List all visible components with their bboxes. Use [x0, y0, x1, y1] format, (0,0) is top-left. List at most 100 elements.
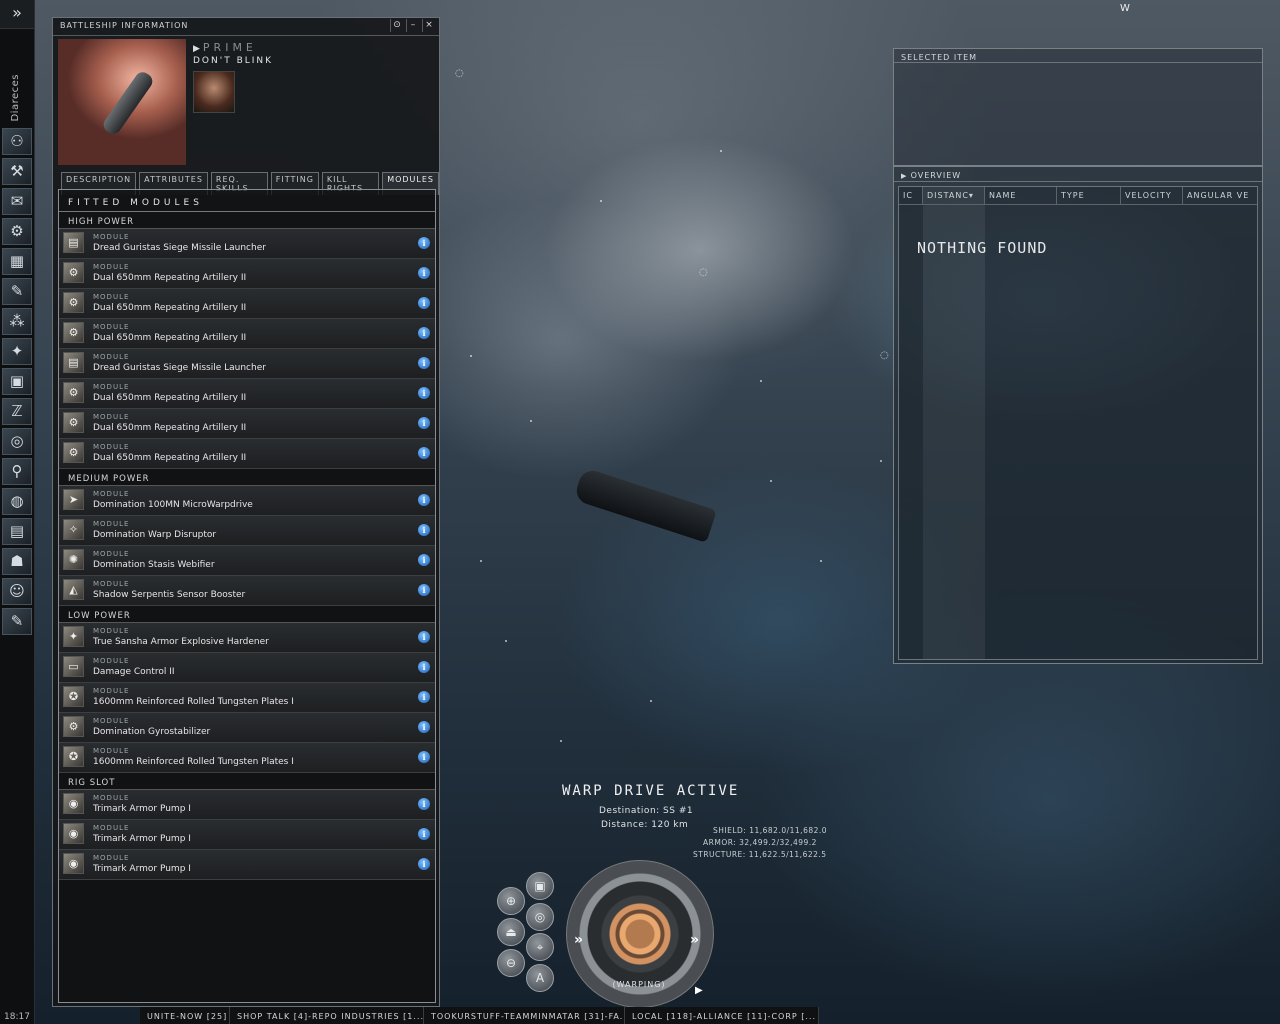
ship-icon[interactable]: ⏏ [497, 918, 525, 946]
autopilot-button[interactable]: A [526, 964, 554, 992]
column-name[interactable]: NAME [985, 187, 1057, 204]
neocom-icon[interactable]: ⚙ [2, 218, 32, 245]
chat-tab[interactable]: TOOKURSTUFF-TEAMMINMATAR [31]-FA... [424, 1007, 625, 1024]
column-angular-velocity[interactable]: ANGULAR VE [1183, 187, 1257, 204]
tactical-icon[interactable]: ◎ [526, 903, 554, 931]
ship-name[interactable]: PRIME [193, 41, 257, 54]
neocom-icon[interactable]: ⁂ [2, 308, 32, 335]
window-titlebar[interactable]: BATTLESHIP INFORMATION ⊙ – × [53, 18, 439, 36]
neocom-icon[interactable]: ✉ [2, 188, 32, 215]
play-icon[interactable]: ▶ [695, 985, 703, 996]
module-row[interactable]: ⚙ MODULE Dual 650mm Repeating Artillery II… [59, 289, 435, 319]
info-icon[interactable]: i [418, 387, 430, 399]
module-row[interactable]: ✺ MODULE Domination Stasis Webifier i [59, 546, 435, 576]
module-icon: ⚙ [63, 412, 84, 433]
info-icon[interactable]: i [418, 237, 430, 249]
info-icon[interactable]: i [418, 631, 430, 643]
overview-title[interactable]: OVERVIEW [894, 167, 1262, 182]
module-row[interactable]: ◉ MODULE Trimark Armor Pump I i [59, 850, 435, 880]
neocom-icon[interactable]: ◎ [2, 428, 32, 455]
info-icon[interactable]: i [418, 447, 430, 459]
chat-tab-bar: UNITE-NOW [25] SHOP TALK [4]-REPO INDUST… [140, 1007, 819, 1024]
chat-tab[interactable]: SHOP TALK [4]-REPO INDUSTRIES [1... [230, 1007, 424, 1024]
module-row[interactable]: ⚙ MODULE Dual 650mm Repeating Artillery II… [59, 379, 435, 409]
module-row[interactable]: ◉ MODULE Trimark Armor Pump I i [59, 790, 435, 820]
speed-increase-icon[interactable]: » [690, 932, 699, 948]
module-row[interactable]: ⚙ MODULE Dual 650mm Repeating Artillery II… [59, 409, 435, 439]
neocom-icon[interactable]: ✦ [2, 338, 32, 365]
info-icon[interactable]: i [418, 357, 430, 369]
info-icon[interactable]: i [418, 584, 430, 596]
neocom-icon[interactable]: ⚇ [2, 128, 32, 155]
neocom-icon[interactable]: ▤ [2, 518, 32, 545]
neocom-icon[interactable]: ⚲ [2, 458, 32, 485]
info-icon[interactable]: i [418, 267, 430, 279]
info-icon[interactable]: i [418, 828, 430, 840]
settings-icon[interactable]: ⊙ [390, 19, 404, 32]
info-icon[interactable]: i [418, 721, 430, 733]
info-icon[interactable]: i [418, 327, 430, 339]
column-type[interactable]: TYPE [1057, 187, 1121, 204]
minimize-icon[interactable]: – [406, 19, 420, 32]
info-icon[interactable]: i [418, 297, 430, 309]
info-icon[interactable]: i [418, 524, 430, 536]
neocom-icon[interactable]: ✎ [2, 278, 32, 305]
zoom-in-icon[interactable]: ⊕ [497, 887, 525, 915]
module-row[interactable]: ▤ MODULE Dread Guristas Siege Missile Laun… [59, 229, 435, 259]
neocom-icon[interactable]: ⚒ [2, 158, 32, 185]
warp-distance: Distance: 120 km [601, 820, 689, 830]
neocom-icon[interactable]: ℤ [2, 398, 32, 425]
neocom-icon[interactable]: ☺ [2, 578, 32, 605]
neocom-icon[interactable]: ◍ [2, 488, 32, 515]
module-row[interactable]: ✪ MODULE 1600mm Reinforced Rolled Tungsten… [59, 683, 435, 713]
space-bracket-marker[interactable]: ◌ [880, 350, 889, 361]
chat-tab[interactable]: UNITE-NOW [25] [140, 1007, 230, 1024]
camera-icon[interactable]: ▣ [526, 872, 554, 900]
scanner-icon[interactable]: ⌖ [526, 933, 554, 961]
column-velocity[interactable]: VELOCITY [1121, 187, 1183, 204]
module-row[interactable]: ▭ MODULE Damage Control II i [59, 653, 435, 683]
neocom-icon[interactable]: ✎ [2, 608, 32, 635]
ship-model[interactable] [573, 467, 717, 543]
info-icon[interactable]: i [418, 417, 430, 429]
module-icon: ✪ [63, 686, 84, 707]
neocom-icon[interactable]: ▣ [2, 368, 32, 395]
module-row[interactable]: ⚙ MODULE Dual 650mm Repeating Artillery II… [59, 259, 435, 289]
info-icon[interactable]: i [418, 691, 430, 703]
module-row[interactable]: ◉ MODULE Trimark Armor Pump I i [59, 820, 435, 850]
character-sheet-tab[interactable]: Diareces [0, 70, 34, 130]
chat-tab[interactable]: LOCAL [118]-ALLIANCE [11]-CORP [... [625, 1007, 819, 1024]
module-row[interactable]: ⚙ MODULE Domination Gyrostabilizer i [59, 713, 435, 743]
ship-image[interactable] [58, 39, 186, 165]
module-row[interactable]: ▤ MODULE Dread Guristas Siege Missile Laun… [59, 349, 435, 379]
module-type-label: MODULE [93, 263, 130, 271]
pilot-portrait[interactable] [193, 71, 235, 113]
info-icon[interactable]: i [418, 554, 430, 566]
column-distance[interactable]: DISTANC▾ [923, 187, 985, 204]
zoom-out-icon[interactable]: ⊖ [497, 949, 525, 977]
info-icon[interactable]: i [418, 751, 430, 763]
info-icon[interactable]: i [418, 798, 430, 810]
neocom-icon[interactable]: ▦ [2, 248, 32, 275]
info-icon[interactable]: i [418, 858, 430, 870]
module-type-label: MODULE [93, 520, 130, 528]
neocom-expand-button[interactable]: » [0, 0, 34, 29]
module-row[interactable]: ⚙ MODULE Dual 650mm Repeating Artillery II… [59, 439, 435, 469]
module-row[interactable]: ✦ MODULE True Sansha Armor Explosive Harde… [59, 623, 435, 653]
module-row[interactable]: ➤ MODULE Domination 100MN MicroWarpdrive i [59, 486, 435, 516]
space-bracket-marker[interactable]: ◌ [699, 267, 708, 278]
selected-item-title[interactable]: SELECTED ITEM [894, 49, 1262, 63]
module-row[interactable]: ⚙ MODULE Dual 650mm Repeating Artillery II… [59, 319, 435, 349]
space-bracket-marker[interactable]: ◌ [455, 68, 464, 79]
warping-status: (WARPING) [612, 980, 666, 989]
column-icon[interactable]: IC [899, 187, 923, 204]
info-icon[interactable]: i [418, 494, 430, 506]
close-icon[interactable]: × [422, 19, 436, 32]
module-row[interactable]: ✧ MODULE Domination Warp Disruptor i [59, 516, 435, 546]
speed-decrease-icon[interactable]: » [574, 932, 583, 948]
info-icon[interactable]: i [418, 661, 430, 673]
module-row[interactable]: ✪ MODULE 1600mm Reinforced Rolled Tungsten… [59, 743, 435, 773]
module-type-label: MODULE [93, 824, 130, 832]
neocom-icon[interactable]: ☗ [2, 548, 32, 575]
module-row[interactable]: ◭ MODULE Shadow Serpentis Sensor Booster i [59, 576, 435, 606]
